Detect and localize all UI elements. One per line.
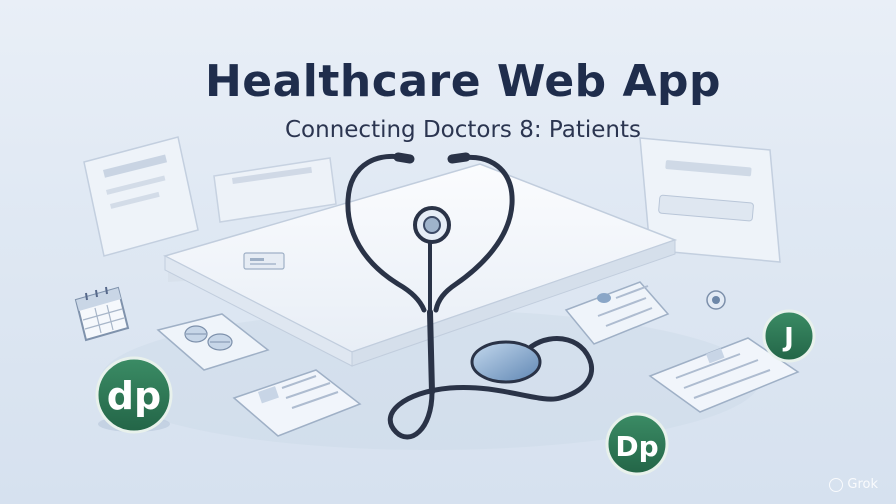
grok-icon xyxy=(829,477,844,492)
logo-badge-left-text: dp xyxy=(107,374,161,418)
watermark: Grok xyxy=(829,477,878,492)
background-card-left xyxy=(83,136,199,257)
logo-badge-right-text: J xyxy=(782,323,794,353)
illustration-scene: dp Dp J xyxy=(74,136,816,476)
calendar-icon xyxy=(74,286,130,342)
logo-badge-bottom-text: Dp xyxy=(615,430,658,463)
pill-icon xyxy=(706,290,726,310)
watermark-text: Grok xyxy=(847,477,878,492)
